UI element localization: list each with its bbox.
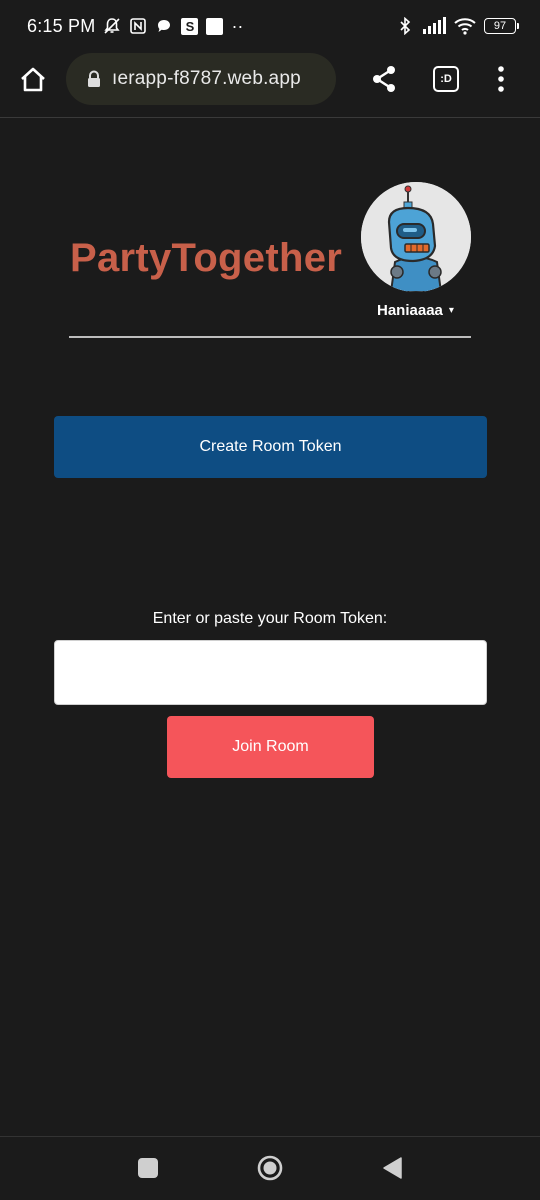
lock-icon: [88, 70, 100, 87]
room-token-label: Enter or paste your Room Token:: [152, 610, 388, 627]
home-circle-icon[interactable]: [257, 1155, 283, 1181]
nfc-icon: [130, 18, 147, 34]
join-room-button[interactable]: Join Room: [167, 716, 374, 778]
header-divider: [69, 336, 471, 338]
more-vert-icon[interactable]: [492, 64, 510, 94]
app-title: PartyTogether: [70, 236, 343, 280]
user-avatar[interactable]: [361, 182, 471, 292]
status-bar: 6:15 PM S ·· 97: [0, 0, 540, 52]
chevron-down-icon: ▾: [448, 305, 454, 316]
browser-toolbar: ıerapp-f8787.web.app :D: [0, 52, 540, 118]
url-text: ıerapp-f8787.web.app: [112, 68, 301, 89]
signal-icon: [423, 17, 446, 34]
white-square-icon: [206, 17, 224, 35]
system-nav-bar: [0, 1136, 540, 1200]
bell-off-icon: [104, 18, 121, 34]
home-icon[interactable]: [17, 64, 49, 96]
status-time: 6:15 PM: [27, 15, 96, 36]
back-triangle-icon[interactable]: [381, 1156, 403, 1180]
battery-icon: 97: [484, 18, 519, 34]
phone-screen: 6:15 PM S ·· 97 ıerapp-f8787.web.app:D …: [0, 0, 540, 1200]
wifi-icon: [454, 18, 476, 35]
user-menu[interactable]: Haniaaaa ▾: [377, 302, 454, 319]
room-token-input[interactable]: [54, 640, 487, 705]
more-dots-icon: ··: [231, 15, 244, 36]
username-label: Haniaaaa: [377, 302, 443, 319]
status-left: 6:15 PM S ··: [27, 16, 243, 37]
address-bar[interactable]: ıerapp-f8787.web.app: [66, 53, 336, 105]
s-app-icon: S: [181, 17, 199, 35]
bluetooth-icon: [400, 17, 411, 35]
create-room-token-button[interactable]: Create Room Token: [54, 416, 487, 478]
status-right: 97: [396, 17, 519, 35]
recents-square-icon[interactable]: [138, 1158, 158, 1178]
tabs-icon[interactable]: :D: [433, 66, 459, 92]
robot-avatar-icon: [361, 182, 471, 292]
chat-icon: [158, 20, 171, 32]
share-icon[interactable]: [370, 64, 398, 94]
